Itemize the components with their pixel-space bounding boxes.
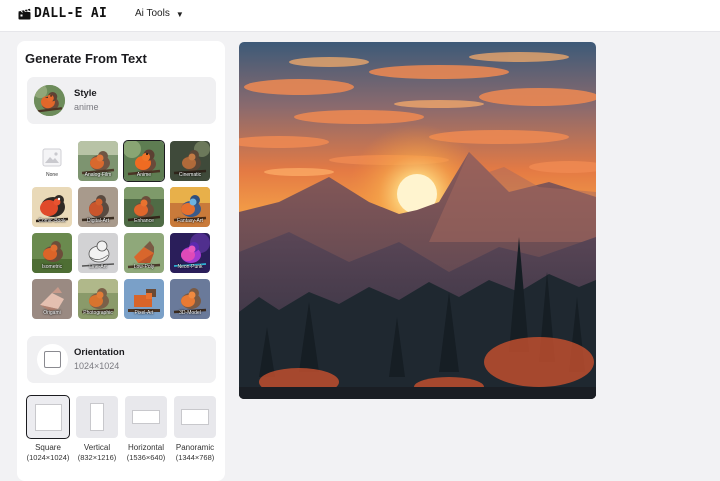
image-placeholder-icon: [42, 148, 62, 167]
style-tile-label: Isometric: [41, 264, 63, 270]
style-label: Style: [74, 88, 97, 99]
orientation-value: 1024×1024: [74, 361, 120, 371]
generated-image[interactable]: [239, 42, 596, 399]
orientation-option-name: Panoramic: [175, 443, 215, 452]
ai-tools-menu[interactable]: Ai Tools ▼: [135, 8, 184, 19]
orientation-option-panoramic[interactable]: Panoramic (1344×768): [174, 396, 216, 462]
orientation-selector[interactable]: Orientation 1024×1024: [27, 336, 216, 383]
style-preview-avatar: [34, 85, 65, 116]
style-tile-label: Fantasy-Art: [177, 218, 203, 224]
orientation-option-vertical[interactable]: Vertical (832×1216): [76, 396, 118, 462]
orientation-label: Orientation: [74, 347, 125, 358]
style-tile-fantasy-art[interactable]: Fantasy-Art: [170, 187, 210, 227]
orientation-preview-icon: [37, 344, 68, 375]
style-tile-low-poly[interactable]: Low-Poly: [124, 233, 164, 273]
style-tile-photographic[interactable]: Photographic: [78, 279, 118, 319]
style-tile-label: Pixel-Art: [134, 310, 154, 316]
style-tile-cinematic[interactable]: Cinematic: [170, 141, 210, 181]
style-tile-label: Enhance: [134, 218, 154, 224]
style-tile-label: Line-Art: [89, 264, 107, 270]
style-tile-label: Anime: [136, 172, 152, 178]
logo-text: DALL-E AI: [34, 6, 108, 21]
style-tile-none[interactable]: None: [32, 141, 72, 181]
orientation-options: Square (1024×1024) Vertical (832×1216) H…: [26, 395, 219, 476]
horizontal-shape-icon: [125, 396, 167, 438]
ai-tools-label: Ai Tools: [135, 8, 170, 19]
logo[interactable]: DALL-E AI: [18, 6, 107, 21]
generate-panel: Generate From Text Style anime None Anal…: [17, 41, 225, 481]
style-tile-anime[interactable]: Anime: [123, 140, 165, 182]
panel-title: Generate From Text: [25, 51, 147, 66]
style-tile-line-art[interactable]: Line-Art: [78, 233, 118, 273]
panoramic-shape-icon: [174, 396, 216, 438]
style-tile-label: Neon-Punk: [177, 264, 203, 270]
orientation-option-square[interactable]: Square (1024×1024): [26, 395, 70, 462]
style-tile-label: None: [46, 172, 58, 178]
style-tile-label: Origami: [43, 310, 61, 316]
style-grid: None Analog-Film Anime Cinematic Comic-B…: [32, 140, 214, 323]
style-tile-label: Cinematic: [178, 172, 202, 178]
style-tile-label: Photographic: [83, 310, 113, 316]
style-tile-isometric[interactable]: Isometric: [32, 233, 72, 273]
caret-down-icon: ▼: [175, 9, 184, 19]
style-tile-3d-model[interactable]: 3D-Model: [170, 279, 210, 319]
style-tile-label: Low-Poly: [133, 264, 155, 270]
style-tile-enhance[interactable]: Enhance: [124, 187, 164, 227]
style-tile-label: Analog-Film: [84, 172, 112, 178]
style-selector[interactable]: Style anime: [27, 77, 216, 124]
style-tile-neon-punk[interactable]: Neon-Punk: [170, 233, 210, 273]
orientation-option-dims: (1344×768): [175, 453, 215, 462]
orientation-option-horizontal[interactable]: Horizontal (1536×640): [125, 396, 167, 462]
style-tile-origami[interactable]: Origami: [32, 279, 72, 319]
sunset-mountain-image: [239, 42, 596, 399]
square-shape-icon: [26, 395, 70, 439]
style-tile-digital-art[interactable]: Digital-Art: [78, 187, 118, 227]
clapperboard-icon: [18, 8, 31, 19]
style-value: anime: [74, 102, 99, 112]
style-tile-label: Comic-Book: [38, 218, 66, 224]
style-tile-label: 3D-Model: [179, 310, 201, 316]
style-tile-label: Digital-Art: [87, 218, 109, 224]
top-bar: DALL-E AI Ai Tools ▼: [0, 0, 720, 32]
vertical-shape-icon: [76, 396, 118, 438]
style-tile-analog-film[interactable]: Analog-Film: [78, 141, 118, 181]
style-tile-comic-book[interactable]: Comic-Book: [32, 187, 72, 227]
style-tile-pixel-art[interactable]: Pixel-Art: [124, 279, 164, 319]
